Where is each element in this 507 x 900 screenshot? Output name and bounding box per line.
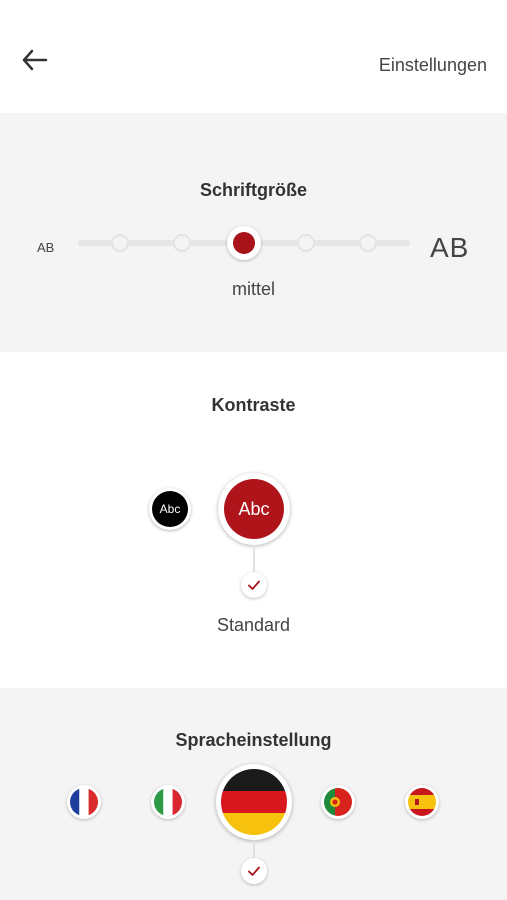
small-text-label: AB <box>37 240 55 255</box>
language-check-indicator <box>241 858 267 884</box>
france-flag-icon <box>70 788 98 816</box>
font-size-stop-4[interactable] <box>297 234 315 252</box>
back-button[interactable] <box>20 46 52 74</box>
language-connector <box>253 840 255 858</box>
font-size-stop-5[interactable] <box>359 234 377 252</box>
contrast-title: Kontraste <box>211 395 296 415</box>
contrast-value: Standard <box>216 615 291 635</box>
language-portuguese[interactable] <box>321 785 355 819</box>
contrast-connector <box>253 545 255 573</box>
contrast-standard-label: Abc <box>224 479 284 539</box>
spain-flag-icon <box>408 788 436 816</box>
language-spanish[interactable] <box>405 785 439 819</box>
font-size-title: Schriftgröße <box>199 180 307 200</box>
language-italian[interactable] <box>151 785 185 819</box>
check-icon <box>248 580 260 590</box>
language-french[interactable] <box>67 785 101 819</box>
font-size-stop-1[interactable] <box>111 234 129 252</box>
top-bar: Einstellungen <box>0 0 507 113</box>
font-size-value: mittel <box>231 279 275 299</box>
italy-flag-icon <box>154 788 182 816</box>
check-icon <box>248 866 260 876</box>
language-german[interactable] <box>216 764 292 840</box>
contrast-dark-label: Abc <box>152 491 188 527</box>
contrast-option-standard[interactable]: Abc <box>218 473 290 545</box>
language-title: Spracheinstellung <box>175 730 332 750</box>
large-text-label: AB <box>430 232 470 263</box>
font-size-stop-2[interactable] <box>173 234 191 252</box>
page-title: Einstellungen <box>378 55 487 75</box>
contrast-option-dark[interactable]: Abc <box>149 488 191 530</box>
germany-flag-icon <box>221 769 287 835</box>
arrow-left-icon <box>22 49 48 71</box>
font-size-slider-thumb[interactable] <box>227 226 261 260</box>
portugal-flag-icon <box>324 788 352 816</box>
contrast-check-indicator <box>241 572 267 598</box>
